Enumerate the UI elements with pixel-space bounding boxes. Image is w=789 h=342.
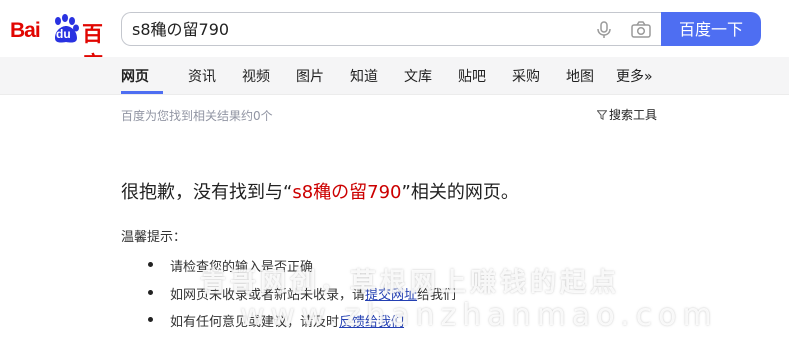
active-tab-indicator — [121, 91, 163, 94]
search-tools-button[interactable]: 搜索工具 — [597, 106, 657, 123]
no-result-suffix: ”相关的网页。 — [401, 182, 519, 203]
search-input[interactable] — [130, 13, 584, 47]
result-count: 百度为您找到相关结果约0个 — [121, 109, 273, 123]
tab-more[interactable]: 更多» — [616, 66, 653, 86]
camera-icon[interactable] — [630, 20, 652, 40]
search-button[interactable]: 百度一下 — [661, 12, 761, 46]
tab-tieba[interactable]: 贴吧 — [458, 66, 486, 86]
tab-map[interactable]: 地图 — [566, 66, 594, 86]
header: Bai du 百度 百度一下 — [0, 0, 789, 76]
no-result-message: 很抱歉，没有找到与“s8穐の留790”相关的网页。 — [121, 178, 519, 204]
search-tools-label: 搜索工具 — [609, 108, 658, 122]
watermark-line1: 青哥网创，草根网上赚钱的起点 — [200, 268, 621, 298]
funnel-icon — [597, 110, 607, 120]
no-result-prefix: 很抱歉，没有找到与“ — [121, 182, 293, 203]
watermark-line2: www.zhanzhanmao.com — [240, 298, 718, 333]
tab-video[interactable]: 视频 — [242, 66, 270, 86]
baidu-logo[interactable]: Bai du 百度 — [10, 12, 115, 76]
no-result-query: s8穐の留790 — [292, 182, 402, 203]
tips-title: 温馨提示： — [121, 230, 187, 245]
search-box — [121, 12, 661, 47]
bullet-icon — [148, 290, 153, 295]
microphone-icon[interactable] — [594, 20, 614, 40]
tab-web[interactable]: 网页 — [121, 66, 149, 86]
bullet-icon — [148, 317, 153, 322]
tab-purchase[interactable]: 采购 — [512, 66, 540, 86]
tab-zhidao[interactable]: 知道 — [350, 66, 378, 86]
tab-images[interactable]: 图片 — [296, 66, 324, 86]
tab-news[interactable]: 资讯 — [188, 66, 216, 86]
logo-latin: Bai — [10, 19, 41, 42]
logo-du: du — [56, 27, 71, 41]
tabs-bar: 网页 资讯 视频 图片 知道 文库 贴吧 采购 地图 更多» — [0, 57, 789, 95]
bullet-icon — [148, 262, 153, 267]
tab-wenku[interactable]: 文库 — [404, 66, 432, 86]
